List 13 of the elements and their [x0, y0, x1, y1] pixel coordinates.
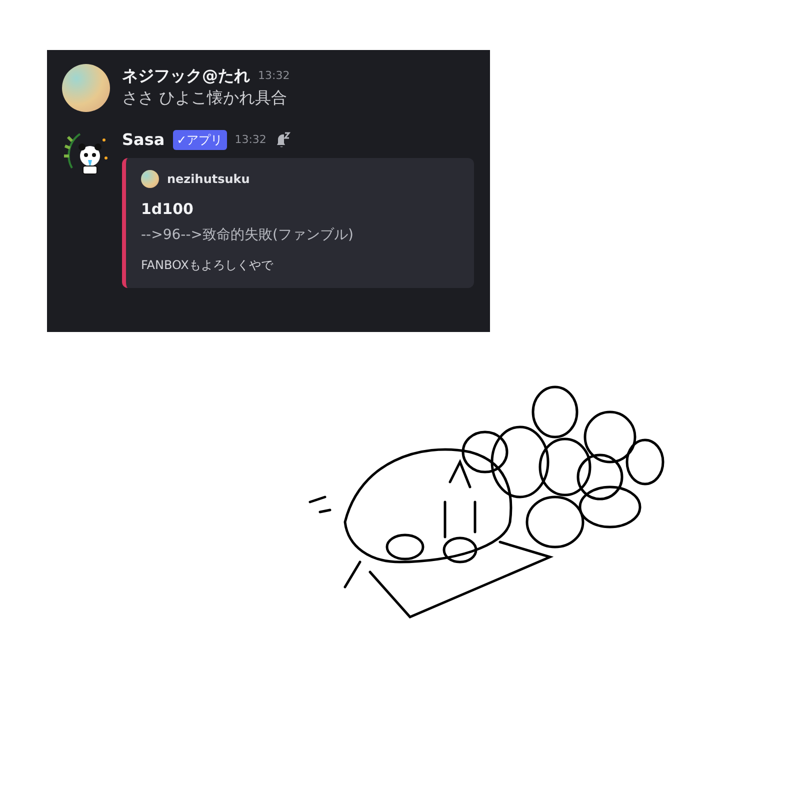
app-badge: ✓アプリ	[172, 130, 227, 150]
timestamp: 13:32	[234, 132, 266, 148]
author-avatar	[141, 170, 159, 188]
embed-author: nezihutsuku	[167, 171, 250, 188]
bell-icon[interactable]	[274, 131, 292, 149]
embed-description: -->96-->致命的失敗(ファンブル)	[141, 226, 354, 244]
embed-text: FANBOXもよろしくやで	[141, 256, 274, 274]
username: Sasa	[122, 129, 165, 151]
message-text: ささ ひよこ懐かれ具合	[122, 88, 288, 109]
timestamp: 13:32	[258, 68, 290, 84]
username: ネジフック@たれ	[122, 65, 250, 87]
user-avatar	[62, 64, 110, 112]
embed-title: 1d100	[141, 199, 194, 220]
